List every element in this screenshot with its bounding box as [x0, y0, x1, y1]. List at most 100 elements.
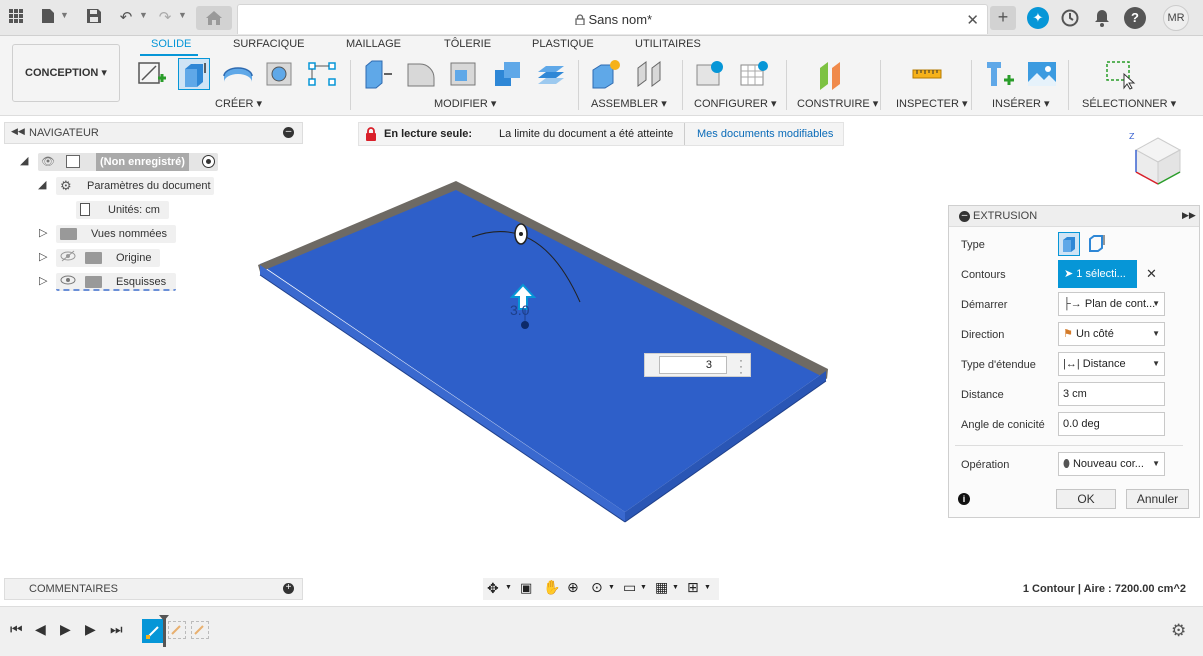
revolve-icon[interactable]	[222, 58, 254, 90]
combine-icon[interactable]	[492, 58, 524, 90]
viewports-caret-icon[interactable]: ▼	[704, 584, 711, 591]
view-cube[interactable]: Z	[1126, 130, 1188, 192]
add-comment-icon[interactable]: +	[283, 583, 294, 594]
fillet-icon[interactable]	[405, 58, 437, 90]
undo-icon[interactable]: ↶	[116, 8, 136, 28]
comments-panel-header[interactable]: COMMENTAIRES +	[4, 578, 303, 600]
browser-root-row[interactable]: ◢ 👁︎ (Non enregistré)	[0, 152, 303, 172]
contours-selection-button[interactable]: ➤ 1 sélecti...	[1058, 260, 1137, 288]
tab-plastique[interactable]: PLASTIQUE	[532, 38, 594, 50]
grid-snap-icon[interactable]: ▦	[655, 579, 668, 596]
fit-caret-icon[interactable]: ▼	[608, 584, 615, 591]
fit-view-icon[interactable]: ⊙	[591, 579, 603, 596]
group-inserer[interactable]: INSÉRER ▾	[992, 97, 1049, 110]
notifications-bell-icon[interactable]	[1091, 7, 1113, 29]
joint-icon[interactable]	[634, 58, 666, 90]
create-sketch-icon[interactable]	[136, 58, 168, 90]
pattern-icon[interactable]	[306, 58, 338, 90]
navigator-panel-header[interactable]: ◀◀ NAVIGATEUR –	[4, 122, 303, 144]
configuration-table-icon[interactable]	[738, 58, 770, 90]
group-inspecter[interactable]: INSPECTER ▾	[896, 97, 968, 110]
look-at-icon[interactable]: ▣	[520, 580, 532, 596]
expand-triangle-icon[interactable]: ▷	[39, 250, 47, 263]
clear-selection-icon[interactable]: ✕	[1146, 266, 1157, 282]
display-caret-icon[interactable]: ▼	[640, 584, 647, 591]
taper-angle-field[interactable]: 0.0 deg	[1058, 412, 1165, 436]
configure-icon[interactable]	[694, 58, 726, 90]
tab-solide[interactable]: SOLIDE	[151, 38, 191, 50]
workspace-selector[interactable]: CONCEPTION ▾	[12, 44, 120, 102]
offset-face-icon[interactable]	[535, 58, 567, 90]
select-box-icon[interactable]	[1104, 58, 1136, 90]
group-creer[interactable]: CRÉER ▾	[215, 97, 262, 110]
editable-documents-link[interactable]: Mes documents modifiables	[697, 128, 833, 140]
ok-button[interactable]: OK	[1056, 489, 1116, 509]
group-selectionner[interactable]: SÉLECTIONNER ▾	[1082, 97, 1176, 110]
extrude-type-thin-icon[interactable]	[1087, 232, 1109, 256]
group-modifier[interactable]: MODIFIER ▾	[434, 97, 496, 110]
close-tab-icon[interactable]: ✕	[966, 11, 979, 29]
extrusion-header[interactable]: – EXTRUSION ▶▶	[949, 206, 1199, 227]
start-select[interactable]: ├→ Plan de cont... ▼	[1058, 292, 1165, 316]
insert-mcmaster-icon[interactable]	[984, 58, 1016, 90]
group-construire[interactable]: CONSTRUIRE ▾	[797, 97, 878, 110]
measure-icon[interactable]	[911, 58, 943, 90]
step-forward-icon[interactable]: ▶	[85, 621, 96, 638]
browser-row-origin[interactable]: ▷ Origine	[0, 248, 303, 268]
orbit-icon[interactable]: ✥	[487, 580, 499, 597]
grid-caret-icon[interactable]: ▼	[672, 584, 679, 591]
play-icon[interactable]: ▶	[60, 621, 71, 638]
new-component-icon[interactable]	[590, 58, 622, 90]
pan-hand-icon[interactable]: ✋	[543, 579, 560, 596]
expand-triangle-icon[interactable]: ▷	[39, 274, 47, 287]
info-icon[interactable]: i	[958, 493, 970, 505]
tab-maillage[interactable]: MAILLAGE	[346, 38, 401, 50]
construction-plane-icon[interactable]	[816, 58, 848, 90]
shell-icon[interactable]	[448, 58, 480, 90]
redo-caret-icon[interactable]: ▼	[178, 10, 187, 20]
collapse-icon[interactable]: –	[283, 127, 294, 138]
press-pull-icon[interactable]	[362, 58, 394, 90]
grid-menu-icon[interactable]	[6, 8, 26, 28]
activate-radio-icon[interactable]	[202, 155, 215, 168]
insert-canvas-icon[interactable]	[1026, 58, 1058, 90]
browser-row-named-views[interactable]: ▷ Vues nommées	[0, 224, 303, 244]
extent-type-select[interactable]: |↔| Distance ▼	[1058, 352, 1165, 376]
distance-field[interactable]: 3 cm	[1058, 382, 1165, 406]
extensions-icon[interactable]: ✦	[1027, 7, 1049, 29]
help-icon[interactable]: ?	[1124, 7, 1146, 29]
collapse-panel-icon[interactable]: ◀◀	[11, 126, 25, 137]
timeline-settings-gear-icon[interactable]: ⚙	[1171, 621, 1186, 641]
orbit-caret-icon[interactable]: ▼	[505, 584, 512, 591]
home-icon[interactable]	[196, 6, 232, 30]
visibility-eye-icon[interactable]: 👁︎	[41, 153, 55, 171]
file-icon[interactable]	[38, 8, 58, 28]
undo-caret-icon[interactable]: ▼	[139, 10, 148, 20]
zoom-icon[interactable]: ⊕	[567, 579, 579, 596]
collapse-icon[interactable]: –	[959, 211, 970, 222]
group-assembler[interactable]: ASSEMBLER ▾	[591, 97, 667, 110]
job-status-icon[interactable]	[1059, 7, 1081, 29]
tab-tolerie[interactable]: TÔLERIE	[444, 38, 491, 50]
cancel-button[interactable]: Annuler	[1126, 489, 1189, 509]
go-to-start-icon[interactable]: ⏮	[10, 621, 23, 638]
browser-row-units[interactable]: Unités: cm	[0, 200, 303, 220]
save-icon[interactable]	[84, 8, 104, 28]
direction-select[interactable]: ⚑ Un côté ▼	[1058, 322, 1165, 346]
hidden-eye-icon[interactable]	[60, 249, 76, 269]
document-tab[interactable]: Sans nom* ✕	[237, 4, 988, 34]
expand-panel-icon[interactable]: ▶▶	[1182, 210, 1196, 221]
display-settings-icon[interactable]: ▭	[623, 579, 636, 596]
extrude-icon[interactable]	[178, 58, 210, 90]
expand-triangle-icon[interactable]: ◢	[20, 154, 28, 167]
group-configurer[interactable]: CONFIGURER ▾	[694, 97, 777, 110]
step-back-icon[interactable]: ◀	[35, 621, 46, 638]
tab-surfacique[interactable]: SURFACIQUE	[233, 38, 305, 50]
user-avatar[interactable]: MR	[1163, 5, 1189, 31]
operation-select[interactable]: ⬮ Nouveau cor... ▼	[1058, 452, 1165, 476]
extrude-type-solid-icon[interactable]	[1058, 232, 1080, 256]
viewports-icon[interactable]: ⊞	[687, 579, 699, 596]
new-tab-button[interactable]: +	[990, 6, 1016, 30]
visibility-eye-icon[interactable]	[60, 273, 76, 293]
more-options-icon[interactable]: · · ·	[739, 354, 743, 378]
